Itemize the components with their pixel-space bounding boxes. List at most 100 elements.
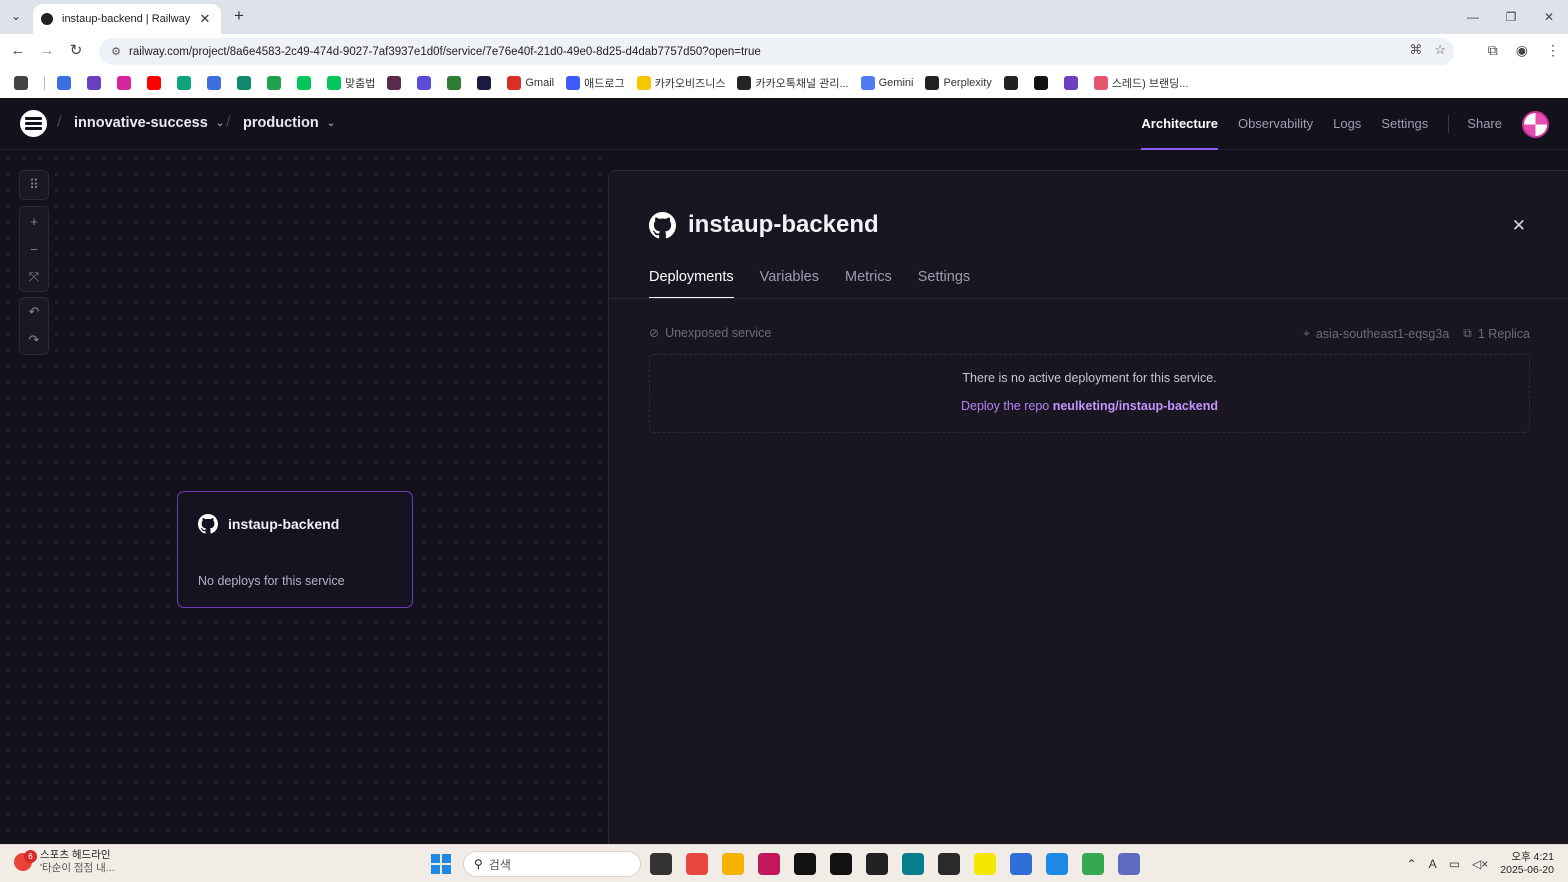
bookmark-item[interactable]: Perplexity [925,76,992,90]
bookmark-item[interactable] [57,76,75,90]
ime-icon[interactable]: A [1429,857,1437,871]
game-icon[interactable] [902,853,924,875]
chatgpt-icon[interactable] [866,853,888,875]
bookmark-item[interactable] [1003,76,1022,90]
project-selector[interactable]: innovative-success ⌄ [74,115,224,131]
grid-dots-icon[interactable]: ⠿ [20,171,48,199]
bookmark-star-icon[interactable]: ☆ [1434,42,1446,58]
bookmark-item[interactable]: 스레드) 브랜딩... [1093,75,1189,91]
file-explorer-task-icon[interactable] [650,853,672,875]
chrome-profile-icon[interactable] [1082,853,1104,875]
address-bar[interactable]: ⚙ railway.com/project/8a6e4583-2c49-474d… [99,38,1454,65]
site-info-icon[interactable]: ⚙ [109,45,123,59]
profile-icon[interactable]: ◉ [1516,42,1528,59]
bookmark-item[interactable] [417,76,435,90]
fit-view-icon[interactable]: ⤧ [20,263,48,291]
window-close-icon[interactable]: ✕ [1530,0,1568,34]
tab-deployments[interactable]: Deployments [649,269,734,299]
bookmark-item[interactable]: 맞춤법 [327,75,375,91]
notion-icon[interactable] [830,853,852,875]
browser-menu-icon[interactable]: ⋮ [1546,42,1560,59]
bookmark-label: Gemini [878,77,914,89]
nav-settings[interactable]: Settings [1381,98,1428,150]
bookmark-item[interactable]: Gemini [860,76,914,90]
kakaotalk-icon[interactable] [974,853,996,875]
opgg-icon[interactable] [1118,853,1140,875]
nav-architecture[interactable]: Architecture [1141,98,1218,150]
railway-logo-icon[interactable] [20,110,47,137]
service-card[interactable]: instaup-backend No deploys for this serv… [177,491,413,608]
address-url[interactable]: railway.com/project/8a6e4583-2c49-474d-9… [129,46,761,58]
nav-logs[interactable]: Logs [1333,98,1361,150]
bookmark-item[interactable] [387,76,405,90]
bookmark-item[interactable]: 애드로그 [566,75,625,91]
settings-app-icon[interactable] [1010,853,1032,875]
reload-icon[interactable]: ↻ [66,41,86,61]
tab-search-chevron-icon[interactable]: ⌄ [6,6,26,26]
clock[interactable]: 오후 4:21 2025-06-20 [1500,851,1554,877]
bookmark-item[interactable]: 카카오톡채널 관리... [737,75,849,91]
bookmark-item[interactable] [147,76,165,90]
bookmark-item[interactable]: Gmail [507,76,554,90]
browser-tab[interactable]: instaup-backend | Railway ✕ [33,4,221,34]
bookmark-item[interactable] [87,76,105,90]
tab-metrics[interactable]: Metrics [845,269,892,299]
folder-icon[interactable] [722,853,744,875]
new-tab-plus-icon[interactable]: + [229,6,249,26]
zoom-out-icon[interactable]: − [20,235,48,263]
back-arrow-icon[interactable]: ← [8,41,28,61]
share-button[interactable]: Share [1467,98,1502,150]
capcut-icon[interactable] [794,853,816,875]
news-subtitle: '타순이 점점 내... [40,862,115,874]
snipping-tool-icon[interactable] [758,853,780,875]
zoom-in-icon[interactable]: + [20,207,48,235]
tray-chevron-up-icon[interactable]: ⌃ [1407,857,1417,871]
bookmark-item[interactable] [237,76,255,90]
bookmark-item[interactable]: 카카오비즈니스 [636,75,725,91]
architecture-canvas[interactable]: ⠿ + − ⤧ ↶ ↷ instaup-backend No deploys f… [0,151,608,844]
panel-tabs: Deployments Variables Metrics Settings [649,269,1568,299]
close-icon[interactable]: ✕ [1512,216,1526,236]
notepad-icon[interactable] [1046,853,1068,875]
bookmark-item[interactable] [117,76,135,90]
extensions-icon[interactable]: ⧉ [1488,42,1498,59]
translate-icon[interactable]: ⌘ [1409,42,1422,58]
bookmark-item[interactable] [477,76,495,90]
bookmark-item[interactable] [297,76,315,90]
sticky-notes-icon[interactable] [938,853,960,875]
bookmark-item[interactable] [1063,76,1082,90]
tab-settings[interactable]: Settings [918,269,970,299]
minimize-icon[interactable]: — [1454,0,1492,34]
exposure-status[interactable]: ⊘ Unexposed service [649,326,771,340]
bookmark-item[interactable] [14,76,32,90]
user-avatar[interactable] [1522,110,1549,138]
tab-variables[interactable]: Variables [760,269,819,299]
region-label[interactable]: asia-southeast1-eqsg3a [1316,327,1449,341]
sparkle-icon [207,76,221,90]
bookmark-item[interactable] [207,76,225,90]
taskbar-search[interactable]: ⚲ 검색 [463,851,641,877]
network-icon[interactable]: ▭ [1449,857,1460,871]
chrome-icon[interactable] [686,853,708,875]
bookmark-item[interactable] [447,76,465,90]
restore-icon[interactable]: ❐ [1492,0,1530,34]
canvas-history-controls: ↶ ↷ [19,297,49,355]
kakao-channel-icon [737,76,752,90]
tab-close-icon[interactable]: ✕ [197,11,213,27]
nav-observability[interactable]: Observability [1238,98,1313,150]
forward-arrow-icon[interactable]: → [37,41,57,61]
redo-icon[interactable]: ↷ [20,326,48,354]
app-icon [177,76,191,90]
repo-name[interactable]: neulketing/instaup-backend [1053,399,1218,413]
bookmark-item[interactable] [177,76,195,90]
windows-start-icon[interactable] [431,854,451,874]
bookmark-item[interactable] [1033,76,1052,90]
undo-icon[interactable]: ↶ [20,298,48,326]
deploy-repo-link[interactable]: Deploy the repo neulketing/instaup-backe… [650,399,1529,413]
environment-selector[interactable]: production ⌄ [243,115,335,131]
volume-muted-icon[interactable]: ◁× [1472,857,1488,871]
news-widget[interactable]: 6 스포츠 헤드라인 '타순이 점점 내... [14,849,115,875]
bookmark-label: 스레드) 브랜딩... [1111,78,1189,90]
replica-label[interactable]: 1 Replica [1478,327,1530,341]
bookmark-item[interactable] [267,76,285,90]
